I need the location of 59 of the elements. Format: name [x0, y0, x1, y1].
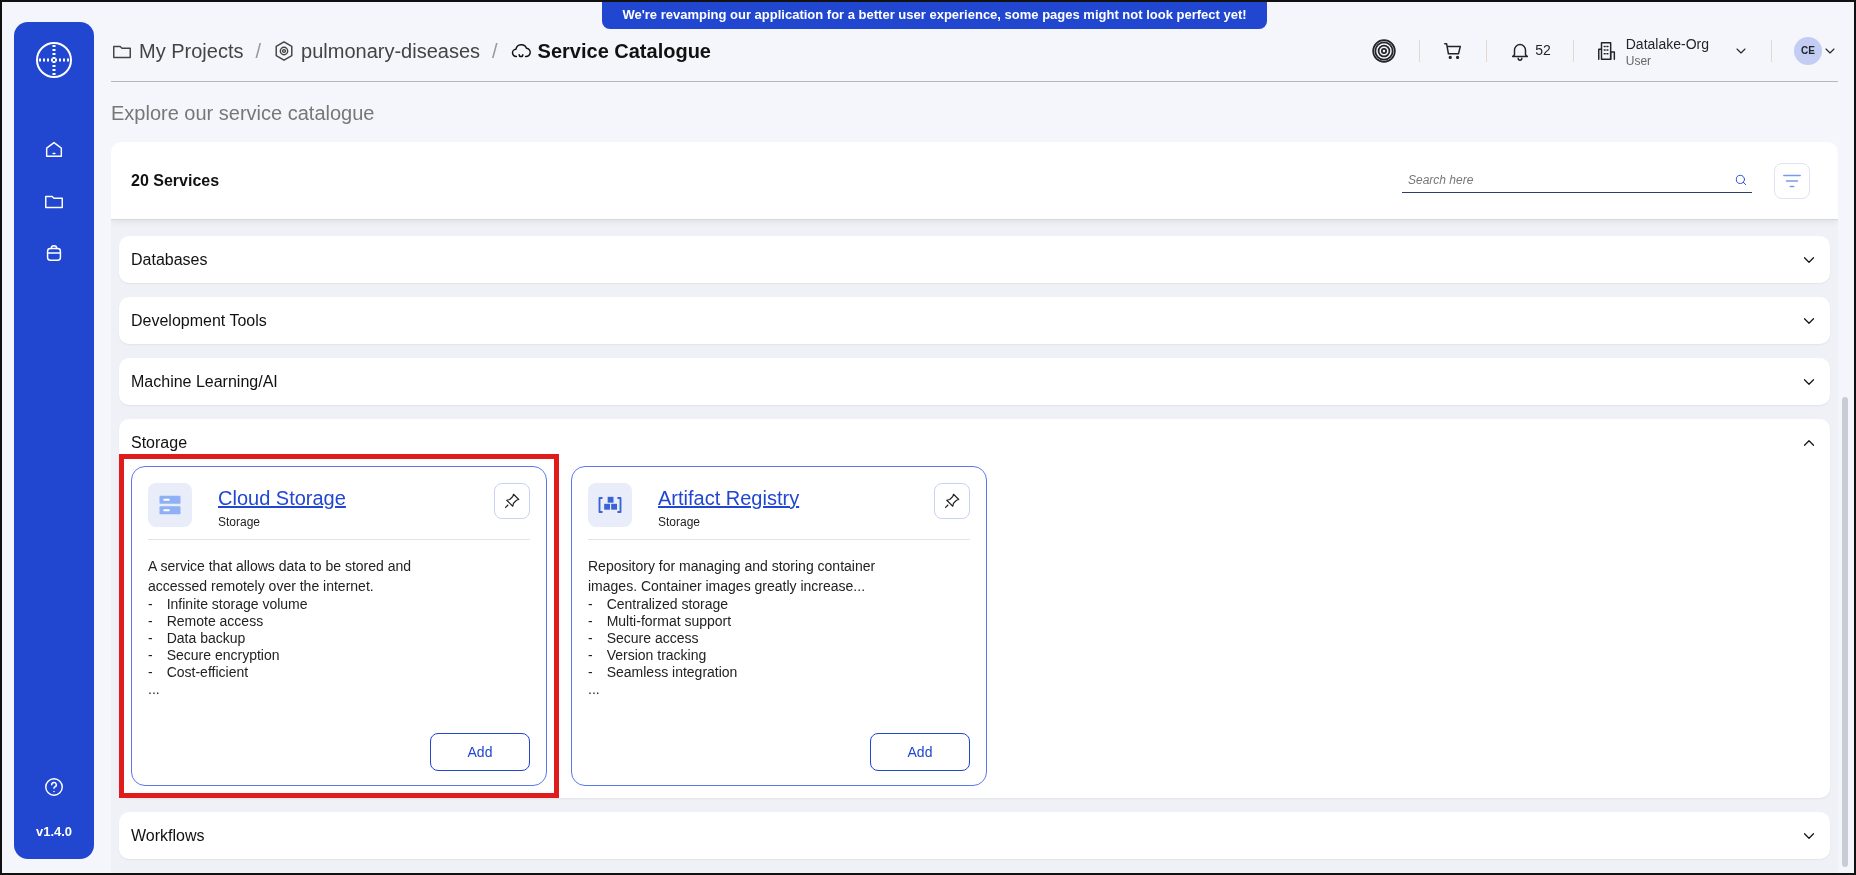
bullet-dash: -: [588, 596, 593, 613]
help-icon[interactable]: [43, 775, 65, 798]
search-icon[interactable]: [1734, 173, 1748, 187]
bullet-dash: -: [148, 596, 153, 613]
service-category: Storage: [658, 514, 702, 531]
service-description: Repository for managing and storing container images. Container images greatly increase...: [588, 557, 877, 596]
bullet-dash: -: [588, 664, 593, 681]
feature-text: Data backup: [166, 630, 246, 647]
service-count: 20 Services: [131, 170, 220, 191]
feature-text: Secure access: [606, 630, 699, 647]
breadcrumb-separator: /: [492, 38, 498, 64]
hexagon-icon: [273, 39, 296, 62]
feature-text: Version tracking: [606, 647, 707, 664]
bullet-dash: -: [588, 613, 593, 630]
feature-text: Remote access: [166, 613, 264, 630]
pin-button[interactable]: [934, 483, 970, 519]
bullet-dash: -: [148, 664, 153, 681]
accordion-header[interactable]: Storage: [131, 430, 1800, 455]
notification-count: 52: [1535, 41, 1551, 60]
bullet-dash: -: [148, 647, 153, 664]
building-icon: [1595, 39, 1618, 62]
breadcrumb-link[interactable]: My Projects: [139, 35, 244, 66]
feature-text: Centralized storage: [606, 596, 729, 613]
breadcrumb-link[interactable]: pulmonary-diseases: [301, 35, 480, 66]
feature-text: Multi-format support: [606, 613, 732, 630]
page-subtitle: Explore our service catalogue: [111, 101, 376, 126]
feature-text: Infinite storage volume: [166, 596, 308, 613]
feature-text: Secure encryption: [166, 647, 280, 664]
version-label: v1.4.0: [35, 822, 73, 841]
bullet-dash: -: [588, 647, 593, 664]
org-name: Datalake-Org: [1625, 35, 1709, 54]
accordion-header[interactable]: Databases: [131, 247, 1800, 272]
accordion-header[interactable]: Machine Learning/AI: [131, 369, 1800, 394]
bullet-dash: -: [148, 613, 153, 630]
more-ellipsis: ...: [148, 681, 161, 698]
org-role: User: [1625, 55, 1653, 67]
bullet-dash: -: [148, 630, 153, 647]
feature-text: Cost-efficient: [166, 664, 249, 681]
service-link[interactable]: Artifact Registry: [658, 483, 918, 513]
service-description: A service that allows data to be stored and accessed remotely over the internet.: [148, 557, 413, 596]
accordion-header[interactable]: Development Tools: [131, 308, 1800, 333]
pin-icon: [943, 492, 961, 510]
breadcrumb-separator: /: [255, 38, 262, 64]
pin-button[interactable]: [494, 483, 530, 519]
announcement-banner: We're revamping our application for a better user experience, some pages might not look perfect yet!: [602, 2, 1267, 29]
feature-text: Seamless integration: [606, 664, 738, 681]
service-link[interactable]: Cloud Storage: [218, 483, 478, 513]
service-category: Storage: [218, 514, 262, 531]
add-button[interactable]: Add: [870, 733, 970, 771]
page-title: Service Catalogue: [537, 38, 711, 64]
scrollbar[interactable]: [1842, 397, 1848, 867]
logo-icon[interactable]: [34, 40, 74, 80]
search-field[interactable]: Search here: [1406, 170, 1734, 190]
avatar[interactable]: CE: [1794, 36, 1822, 65]
accordion-header[interactable]: Workflows: [131, 823, 1800, 848]
add-button[interactable]: Add: [430, 733, 530, 771]
more-ellipsis: ...: [588, 681, 601, 698]
bullet-dash: -: [588, 630, 593, 647]
pin-icon: [503, 492, 521, 510]
